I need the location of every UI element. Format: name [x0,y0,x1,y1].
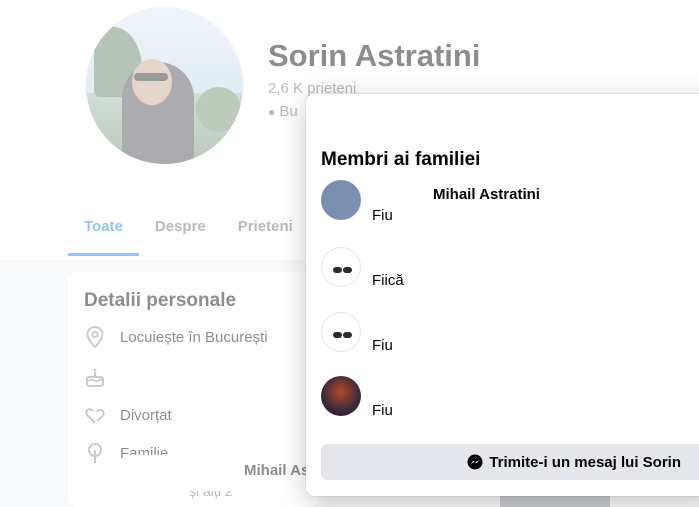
profile-location: ● Bu [268,103,298,120]
detail-birthday [84,366,106,388]
redaction-block [125,455,245,491]
member-avatar[interactable] [321,247,361,287]
detail-lives-in-text: Locuiește în București [120,328,268,346]
tab-toate[interactable]: Toate [68,200,139,256]
cake-icon [84,366,106,388]
member-avatar[interactable] [321,180,361,220]
member-relation: Fiu [372,402,393,419]
tab-prieteni[interactable]: Prieteni [222,200,309,256]
family-members-dialog: Membri ai familiei Mihail Astratini Fiu … [306,94,699,496]
profile-avatar[interactable] [82,3,247,168]
member-avatar[interactable] [321,376,361,416]
family-member-item[interactable]: Fiu [321,312,699,364]
messenger-icon [467,454,483,470]
tab-despre[interactable]: Despre [139,200,222,256]
member-relation: Fiu [372,337,393,354]
profile-tabs: Toate Despre Prieteni [68,200,309,256]
detail-relationship-text: Divorțat [120,406,172,424]
dialog-title: Membri ai familiei [321,149,481,170]
member-relation: Fiu [372,207,393,224]
send-message-label: Trimite-i un mesaj lui Sorin [489,453,681,471]
family-member-link[interactable]: Mihail As [244,462,309,479]
hearts-icon [84,404,106,426]
location-pin-icon [84,326,106,348]
profile-name: Sorin Astratini [268,38,481,73]
member-relation: Fiică [372,272,404,289]
member-avatar[interactable] [321,312,361,352]
family-member-item[interactable]: Fiu [321,376,699,430]
detail-relationship: Divorțat [84,404,172,426]
family-member-item[interactable]: Fiică [321,247,699,299]
tree-icon [84,442,106,464]
location-pin-icon: ● [268,105,276,119]
details-title: Detalii personale [84,290,237,311]
detail-lives-in: Locuiește în București [84,326,268,348]
redaction-block [127,362,198,394]
family-member-item[interactable]: Fiu [321,180,699,234]
send-message-button[interactable]: Trimite-i un mesaj lui Sorin [321,444,699,480]
